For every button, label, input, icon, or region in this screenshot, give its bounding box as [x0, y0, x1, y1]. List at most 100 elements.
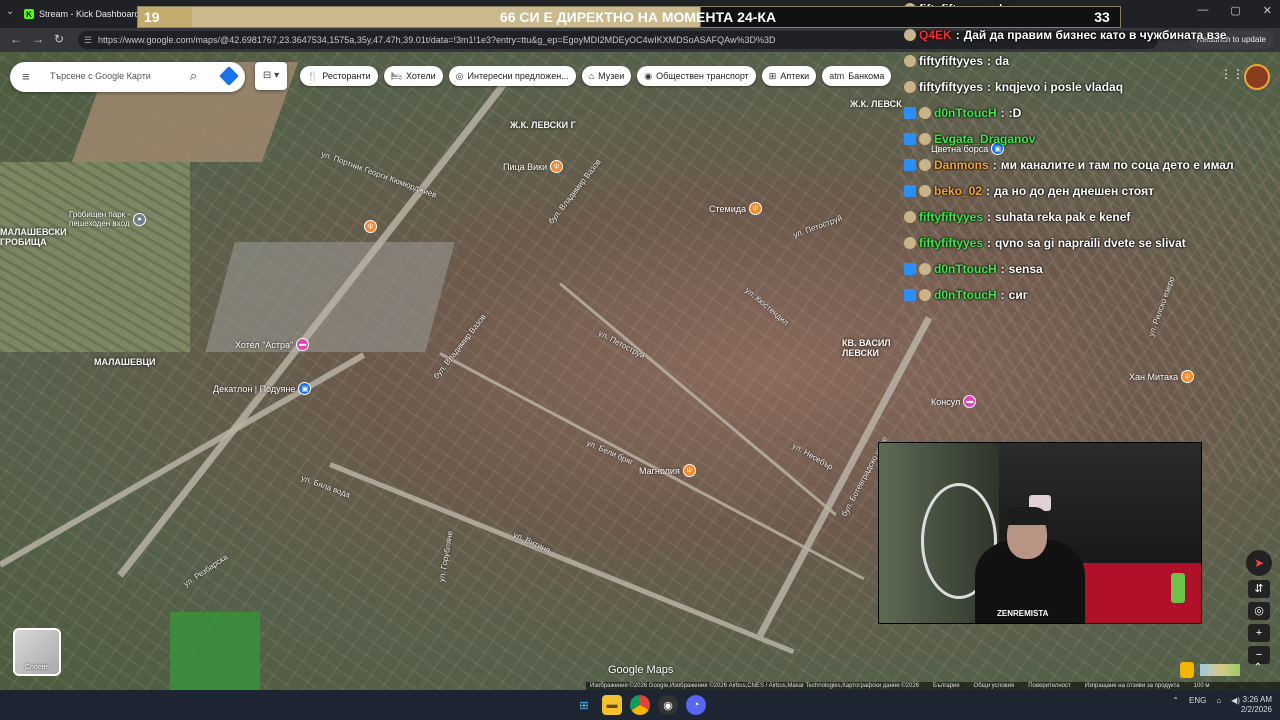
file-explorer-icon[interactable]: ▬ [602, 695, 622, 715]
bus-icon: ◉ [644, 70, 653, 81]
attribution-item[interactable]: Изпращане на отзиви за продукта [1085, 683, 1180, 689]
chip-label: Ресторанти [322, 71, 371, 81]
chat-avatar-icon [904, 211, 916, 223]
attribution-item[interactable]: 100 м [1194, 683, 1210, 689]
street-label: ул. Резбарска [181, 552, 230, 589]
network-icon[interactable]: ⌂ [1216, 696, 1221, 705]
maps-search-box[interactable]: ≡ Търсене с Google Карти ⌕ [10, 62, 245, 92]
poi-pitsa-viki[interactable]: Пица Вики ψ [500, 160, 564, 173]
restaurant-icon: ψ [550, 160, 564, 173]
poi-konsul[interactable]: Консул ▬ [928, 395, 977, 408]
chat-message: fiftyfiftyyes: knqjevo i posle vladaq [904, 74, 1280, 100]
browser-tab[interactable]: K Stream - Kick Dashboard [24, 4, 142, 24]
layers-icon: ⊟ ▾ [262, 70, 280, 81]
discord-icon[interactable]: ◔ [686, 695, 706, 715]
obs-icon[interactable]: ◉ [658, 695, 678, 715]
chat-separator: : [1000, 288, 1005, 302]
road-railway [329, 462, 795, 655]
compass-icon[interactable]: ➤ [1246, 550, 1272, 576]
street-label: ул. Портник Георги Кюмюрджиев [320, 149, 438, 200]
chat-avatar-icon [919, 159, 931, 171]
chat-separator: : [1000, 262, 1005, 276]
windows-start-icon[interactable]: ⊞ [574, 695, 594, 715]
chip-bed[interactable]: 🛏 Хотели [383, 66, 443, 86]
restaurant-icon: ψ [364, 220, 377, 233]
chat-username[interactable]: d0nTtoucH [934, 106, 997, 120]
chat-username[interactable]: beko_02 [934, 184, 982, 198]
street-label: ул. Несебър [790, 441, 835, 472]
chat-username[interactable]: d0nTtoucH [934, 262, 997, 276]
clock-date: 2/2/2026 [1240, 705, 1272, 714]
street-label: ул. Бяла вода [300, 473, 352, 500]
layers-button[interactable]: Слоеве [13, 628, 61, 676]
hamburger-menu-icon[interactable]: ≡ [22, 69, 30, 84]
poi-restaurant[interactable]: ψ [364, 220, 377, 233]
chat-username[interactable]: fiftyfiftyyes [919, 54, 983, 68]
pegman-icon[interactable] [1180, 662, 1194, 678]
poi-label: Хотел "Астра" [235, 339, 294, 350]
label-levski: Ж.К. ЛЕВСК [850, 99, 902, 109]
taskbar-clock[interactable]: 3:26 AM 2/2/2026 [1241, 695, 1272, 715]
chat-username[interactable]: Q4EK [919, 28, 952, 42]
sports-field [170, 612, 260, 690]
chat-username[interactable]: Evgata_Draganov [934, 132, 1035, 146]
google-maps-logo: Google Maps [608, 664, 674, 676]
map-layers-toggle-button[interactable]: ⊟ ▾ [255, 62, 287, 90]
tag-icon: ◎ [455, 70, 464, 81]
attribution-item: Изображения ©2026 Google,Изображения ©20… [590, 683, 919, 689]
chevron-up-icon[interactable]: ⌃ [1250, 662, 1266, 678]
chat-username[interactable]: d0nTtoucH [934, 288, 997, 302]
chip-museum[interactable]: ⌂ Музеи [581, 66, 632, 86]
hotel-icon: ▬ [296, 338, 310, 351]
chat-text: :D [1008, 106, 1022, 120]
site-info-icon[interactable]: ☰ [84, 31, 92, 49]
poi-stemida[interactable]: Стемида ψ [706, 202, 762, 215]
chip-pharmacy[interactable]: ⊞ Аптеки [761, 66, 817, 86]
zoom-in-button[interactable]: + [1248, 624, 1270, 642]
chat-avatar-icon [904, 55, 916, 67]
poi-hotel-astra[interactable]: Хотел "Астра" ▬ [232, 338, 310, 351]
chat-username[interactable]: fiftyfiftyyes [919, 210, 983, 224]
language-indicator[interactable]: ENG [1189, 696, 1206, 705]
shopping-bag-icon: ▣ [298, 382, 312, 395]
tray-overflow-icon[interactable]: ⌃ [1172, 696, 1179, 705]
chat-message: Danmons: ми каналите и там по соца дето е… [904, 152, 1280, 178]
chat-username[interactable]: Danmons [934, 158, 989, 172]
chat-message: fiftyfiftyyes:da [904, 48, 1280, 74]
back-icon[interactable]: ← [10, 32, 22, 46]
fork-knife-icon: 🍴 [307, 70, 319, 81]
poi-label: Гробищен парк - пешеходен вход [69, 210, 131, 228]
poi-grobishten-park[interactable]: Гробищен парк - пешеходен вход ● [66, 210, 147, 228]
search-placeholder: Търсене с Google Карти [50, 71, 151, 81]
chat-username[interactable]: fiftyfiftyyes [919, 80, 983, 94]
tab-search-icon[interactable]: ⌄ [6, 6, 14, 17]
poi-decathlon[interactable]: Декатлон | Подуяне ▣ [210, 382, 312, 395]
imagery-thumbnails[interactable] [1200, 664, 1240, 676]
attribution-item[interactable]: Общи условия [974, 683, 1015, 689]
chrome-icon[interactable] [630, 695, 650, 715]
search-icon[interactable]: ⌕ [190, 68, 197, 84]
chip-bus[interactable]: ◉ Обществен транспорт [637, 66, 756, 86]
chat-separator: : [987, 236, 992, 250]
attribution-item[interactable]: Поверителност [1028, 683, 1071, 689]
chip-fork-knife[interactable]: 🍴 Ресторанти [300, 66, 378, 86]
subscriber-badge-icon [904, 185, 916, 197]
chip-atm[interactable]: atm Банкома [822, 66, 892, 86]
chat-username[interactable]: fiftyfiftyyes [919, 236, 983, 250]
chat-avatar-icon [904, 29, 916, 41]
poi-magnolia[interactable]: Магнолия ψ [636, 464, 696, 477]
chip-tag[interactable]: ◎ Интересни предложен... [448, 66, 576, 86]
industrial-area [205, 242, 455, 352]
volume-icon[interactable]: ◀) [1231, 696, 1240, 705]
forward-icon[interactable]: → [32, 32, 44, 46]
chat-separator: : [1000, 106, 1005, 120]
restaurant-icon: ψ [1181, 370, 1195, 383]
subscriber-badge-icon [904, 107, 916, 119]
directions-icon[interactable] [219, 66, 239, 86]
tilt-icon[interactable]: ⇵ [1248, 580, 1270, 598]
attribution-item[interactable]: България [933, 683, 960, 689]
stream-title-text: 66 СИ Е ДИРЕКТНО НА МОМЕНТА 24-КА [192, 7, 1084, 27]
my-location-icon[interactable]: ◎ [1248, 602, 1270, 620]
poi-han-mitaka[interactable]: Хан Митака ψ [1126, 370, 1195, 383]
reload-icon[interactable]: ↻ [54, 32, 64, 46]
